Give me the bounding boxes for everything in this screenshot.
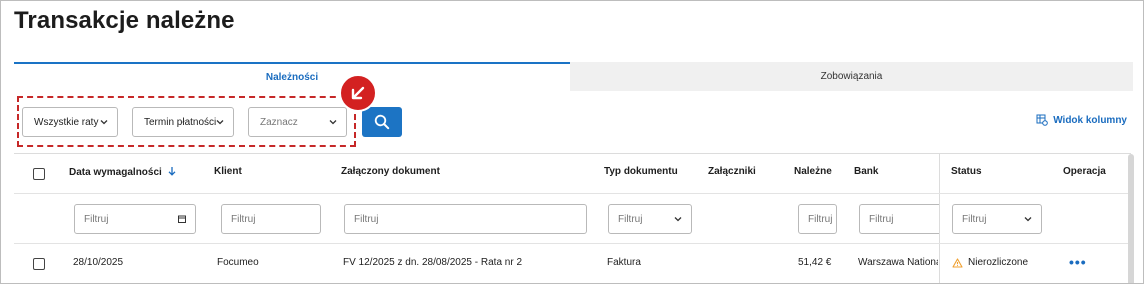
cell-client: Focumeo xyxy=(217,257,259,268)
filter-placeholder: Filtruj xyxy=(84,213,109,225)
cell-due-date: 28/10/2025 xyxy=(73,257,124,268)
chevron-down-icon xyxy=(674,217,682,222)
filter-placeholder: Filtruj xyxy=(354,213,379,225)
filter-placeholder: Filtruj xyxy=(808,213,833,225)
view-columns-label: Widok kolumny xyxy=(1053,114,1127,126)
cell-due: 51,42 € xyxy=(798,257,832,268)
column-header-attached-document[interactable]: Załączony dokument xyxy=(341,166,440,177)
column-header-doc-type[interactable]: Typ dokumentu xyxy=(604,166,678,177)
status-column-divider xyxy=(939,154,940,283)
columns-settings-icon xyxy=(1036,114,1048,126)
tab-payables[interactable]: Zobowiązania xyxy=(570,62,1133,91)
column-header-due-date-label: Data wymagalności xyxy=(69,167,162,178)
column-header-status[interactable]: Status xyxy=(951,166,982,177)
filter-placeholder: Filtruj xyxy=(869,213,894,225)
filter-placeholder: Filtruj xyxy=(962,213,987,225)
header-divider xyxy=(14,193,1131,194)
due-date-filter-input[interactable]: Filtruj xyxy=(74,204,196,234)
vertical-scrollbar[interactable] xyxy=(1128,154,1134,283)
chevron-down-icon xyxy=(216,120,224,125)
column-header-attachments[interactable]: Załączniki xyxy=(708,166,756,177)
filter-row-divider xyxy=(14,243,1131,244)
search-button[interactable] xyxy=(362,107,402,137)
page-title: Transakcje należne xyxy=(14,7,235,34)
status-label: Nierozliczone xyxy=(968,257,1029,268)
filter-placeholder: Filtruj xyxy=(618,213,643,225)
arrow-pointer-badge xyxy=(339,74,377,112)
filter-placeholder: Filtruj xyxy=(231,213,256,225)
cell-document[interactable]: FV 12/2025 z dn. 28/08/2025 - Rata nr 2 xyxy=(343,257,522,268)
installments-select-value: Wszystkie raty xyxy=(34,116,99,128)
cell-status: Nierozliczone xyxy=(952,257,1028,268)
cell-doc-type: Faktura xyxy=(607,257,641,268)
column-header-due[interactable]: Należne xyxy=(794,166,832,177)
document-filter-input[interactable]: Filtruj xyxy=(344,204,587,234)
app-window: Transakcje należne Należności Zobowiązan… xyxy=(0,0,1144,284)
view-columns-button[interactable]: Widok kolumny xyxy=(1036,114,1127,126)
tab-receivables[interactable]: Należności xyxy=(14,62,570,91)
row-actions-menu-button[interactable]: ••• xyxy=(1069,254,1087,270)
select-all-checkbox[interactable] xyxy=(33,168,45,180)
warning-icon xyxy=(952,257,963,268)
payment-term-select-value: Termin płatności xyxy=(144,116,217,128)
chevron-down-icon xyxy=(100,120,108,125)
payment-term-select[interactable]: Termin płatności xyxy=(132,107,234,137)
search-icon xyxy=(374,114,390,130)
client-filter-input[interactable]: Filtruj xyxy=(221,204,321,234)
arrow-down-left-icon xyxy=(351,86,365,100)
calendar-icon xyxy=(178,215,186,223)
chevron-down-icon xyxy=(1024,217,1032,222)
mark-select-placeholder: Zaznacz xyxy=(260,116,298,128)
bank-filter-input[interactable]: Filtruj xyxy=(859,204,939,234)
installments-select[interactable]: Wszystkie raty xyxy=(22,107,118,137)
mark-select[interactable]: Zaznacz xyxy=(248,107,347,137)
cell-bank: Warszawa National B xyxy=(858,257,938,268)
chevron-down-icon xyxy=(329,120,337,125)
sort-arrow-down-icon xyxy=(168,167,176,176)
column-header-client[interactable]: Klient xyxy=(214,166,242,177)
column-header-due-date[interactable]: Data wymagalności xyxy=(69,166,176,178)
column-header-operation: Operacja xyxy=(1063,166,1106,177)
due-filter-input[interactable]: Filtruj xyxy=(798,204,837,234)
status-filter-select[interactable]: Filtruj xyxy=(952,204,1042,234)
tab-bar: Należności Zobowiązania xyxy=(14,62,1133,91)
row-checkbox[interactable] xyxy=(33,258,45,270)
doc-type-filter-select[interactable]: Filtruj xyxy=(608,204,692,234)
column-header-bank[interactable]: Bank xyxy=(854,166,878,177)
transactions-table: Data wymagalności Klient Załączony dokum… xyxy=(14,153,1134,283)
